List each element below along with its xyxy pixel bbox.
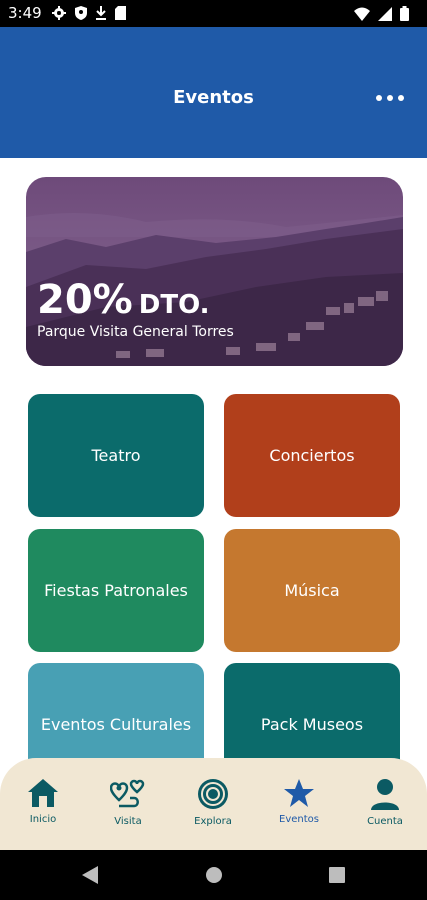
route-icon xyxy=(110,779,145,808)
signal-icon xyxy=(378,6,392,21)
nav-item-cuenta[interactable]: Cuenta xyxy=(350,778,420,827)
page-title: Eventos xyxy=(173,87,254,108)
category-tile-conciertos[interactable]: Conciertos xyxy=(224,394,400,517)
category-label: Pack Museos xyxy=(260,715,364,734)
star-icon xyxy=(284,779,314,807)
more-horizontal-icon xyxy=(376,95,382,101)
wifi-icon xyxy=(354,7,370,21)
nav-label: Visita xyxy=(114,816,142,827)
category-label: Conciertos xyxy=(269,446,355,465)
nav-item-explora[interactable]: Explora xyxy=(178,778,248,827)
status-time: 3:49 xyxy=(8,4,42,22)
back-icon[interactable] xyxy=(82,866,98,884)
nav-label: Eventos xyxy=(279,814,319,825)
promo-suffix: DTO. xyxy=(138,290,210,320)
home-circle-icon[interactable] xyxy=(205,866,223,884)
promo-headline: 20% DTO. xyxy=(37,277,209,323)
download-icon xyxy=(96,6,106,20)
category-label: Fiestas Patronales xyxy=(44,581,188,600)
category-label: Eventos Culturales xyxy=(40,715,192,734)
sd-card-icon xyxy=(115,6,126,20)
promo-percent: 20% xyxy=(37,277,133,323)
category-tile-fiestas-patronales[interactable]: Fiestas Patronales xyxy=(28,529,204,652)
recents-icon[interactable] xyxy=(329,867,345,883)
shield-icon xyxy=(75,6,87,20)
target-icon xyxy=(198,779,228,809)
category-label: Teatro xyxy=(91,446,141,465)
more-menu-button[interactable] xyxy=(370,87,410,109)
status-bar: 3:49 xyxy=(0,0,427,27)
user-icon xyxy=(371,779,399,810)
nav-item-eventos[interactable]: Eventos xyxy=(264,778,334,825)
nav-label: Inicio xyxy=(29,814,57,825)
category-label: Música xyxy=(284,581,340,600)
settings-icon xyxy=(52,6,66,20)
battery-icon xyxy=(400,6,409,21)
category-tile-teatro[interactable]: Teatro xyxy=(28,394,204,517)
app-header: Eventos xyxy=(0,27,427,158)
more-dot xyxy=(387,95,393,101)
promo-banner[interactable]: 20% DTO. Parque Visita General Torres xyxy=(26,177,403,366)
nav-item-inicio[interactable]: Inicio xyxy=(8,778,78,825)
nav-item-visita[interactable]: Visita xyxy=(93,778,163,827)
nav-label: Cuenta xyxy=(367,816,403,827)
system-navigation-bar xyxy=(0,850,427,900)
bottom-navigation: Inicio Visita Explora Eventos Cuenta xyxy=(0,758,427,850)
promo-subtitle: Parque Visita General Torres xyxy=(37,324,234,340)
category-tile-musica[interactable]: Música xyxy=(224,529,400,652)
more-dot xyxy=(398,95,404,101)
home-icon xyxy=(28,779,58,807)
nav-label: Explora xyxy=(194,816,232,827)
